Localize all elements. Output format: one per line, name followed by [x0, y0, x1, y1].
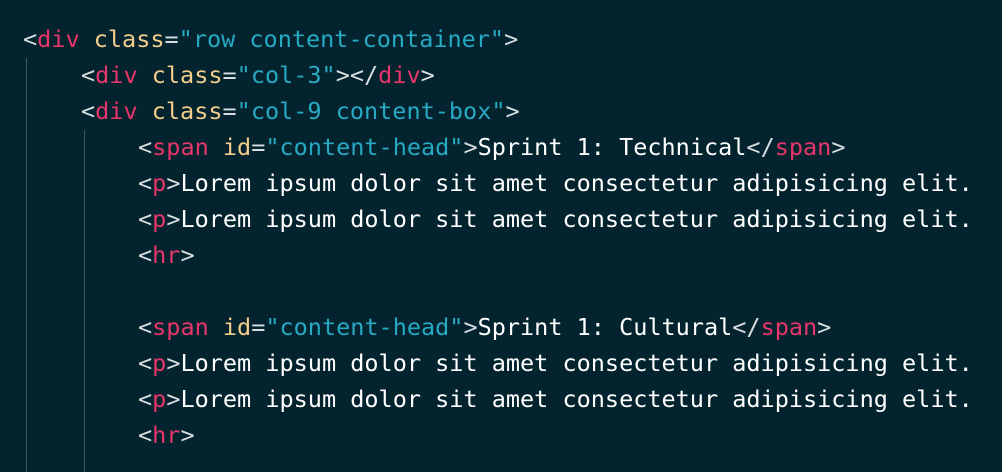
code-line: <p>Lorem ipsum dolor sit amet consectetu…: [0, 381, 973, 417]
code-line: <span id="content-head">Sprint 1: Cultur…: [0, 309, 831, 345]
string-token: "content-head": [265, 133, 464, 161]
text-token: Lorem ipsum dolor sit amet consectetur a…: [180, 169, 973, 197]
text-token: Lorem ipsum dolor sit amet consectetur a…: [180, 385, 973, 413]
code-line: <hr>: [0, 237, 195, 273]
punctuation-token: >: [166, 349, 181, 377]
punctuation-token: >: [504, 25, 519, 53]
tag-name-token: hr: [152, 241, 181, 269]
punctuation-token: <: [138, 313, 153, 341]
punctuation-token: <: [138, 385, 153, 413]
punctuation-token: >: [166, 205, 181, 233]
attribute-name-token: id: [222, 313, 252, 341]
tag-name-token: hr: [152, 421, 181, 449]
punctuation-token: >: [180, 421, 195, 449]
equals-token: =: [222, 97, 237, 125]
punctuation-token: >: [180, 241, 195, 269]
text-token: Sprint 1: Cultural: [477, 313, 733, 341]
text-token: Lorem ipsum dolor sit amet consectetur a…: [180, 205, 973, 233]
code-line: <span id="content-head">Sprint 1: Techni…: [0, 129, 845, 165]
tag-name-token: div: [95, 61, 138, 89]
tag-name-token: span: [152, 133, 209, 161]
equals-token: =: [251, 313, 266, 341]
attribute-name-token: class: [151, 61, 223, 89]
punctuation-token: >: [166, 385, 181, 413]
tag-name-token: span: [774, 133, 832, 161]
punctuation-token: <: [23, 25, 38, 53]
equals-token: =: [251, 133, 266, 161]
punctuation-token: <: [138, 169, 153, 197]
code-editor[interactable]: <div class="row content-container"> <div…: [0, 0, 1002, 472]
code-line: <div class="col-3"></div>: [0, 57, 435, 93]
tag-name-token: p: [152, 205, 167, 233]
text-token: Lorem ipsum dolor sit amet consectetur a…: [180, 349, 973, 377]
code-line: <div class="row content-container">: [0, 21, 518, 57]
punctuation-token: </: [746, 133, 775, 161]
punctuation-token: </: [732, 313, 761, 341]
equals-token: =: [222, 61, 237, 89]
code-line: <div class="col-9 content-box">: [0, 93, 520, 129]
tag-name-token: div: [37, 25, 80, 53]
tag-name-token: div: [95, 97, 138, 125]
punctuation-token: >: [831, 133, 846, 161]
punctuation-token: >: [420, 61, 435, 89]
string-token: "col-9 content-box": [236, 97, 506, 125]
code-line: <p>Lorem ipsum dolor sit amet consectetu…: [0, 201, 973, 237]
punctuation-token: >: [817, 313, 832, 341]
string-token: "col-3": [236, 61, 336, 89]
punctuation-token: <: [81, 97, 96, 125]
attribute-name-token: class: [93, 25, 165, 53]
punctuation-token: >: [463, 313, 478, 341]
punctuation-token: <: [138, 205, 153, 233]
attribute-name-token: class: [151, 97, 223, 125]
code-line: <hr>: [0, 417, 195, 453]
tag-name-token: div: [378, 61, 421, 89]
tag-name-token: span: [760, 313, 818, 341]
punctuation-token: <: [138, 241, 153, 269]
string-token: "content-head": [265, 313, 464, 341]
punctuation-token: >: [463, 133, 478, 161]
tag-name-token: p: [152, 169, 167, 197]
punctuation-token: >: [166, 169, 181, 197]
string-token: "row content-container": [178, 25, 505, 53]
text-token: Sprint 1: Technical: [477, 133, 747, 161]
code-line: <p>Lorem ipsum dolor sit amet consectetu…: [0, 345, 973, 381]
tag-name-token: p: [152, 349, 167, 377]
punctuation-token: <: [81, 61, 96, 89]
code-line: <p>Lorem ipsum dolor sit amet consectetu…: [0, 165, 973, 201]
punctuation-token: ></: [335, 61, 379, 89]
attribute-name-token: id: [222, 133, 252, 161]
equals-token: =: [164, 25, 179, 53]
tag-name-token: span: [152, 313, 209, 341]
punctuation-token: >: [505, 97, 520, 125]
punctuation-token: <: [138, 133, 153, 161]
tag-name-token: p: [152, 385, 167, 413]
punctuation-token: <: [138, 349, 153, 377]
punctuation-token: <: [138, 421, 153, 449]
